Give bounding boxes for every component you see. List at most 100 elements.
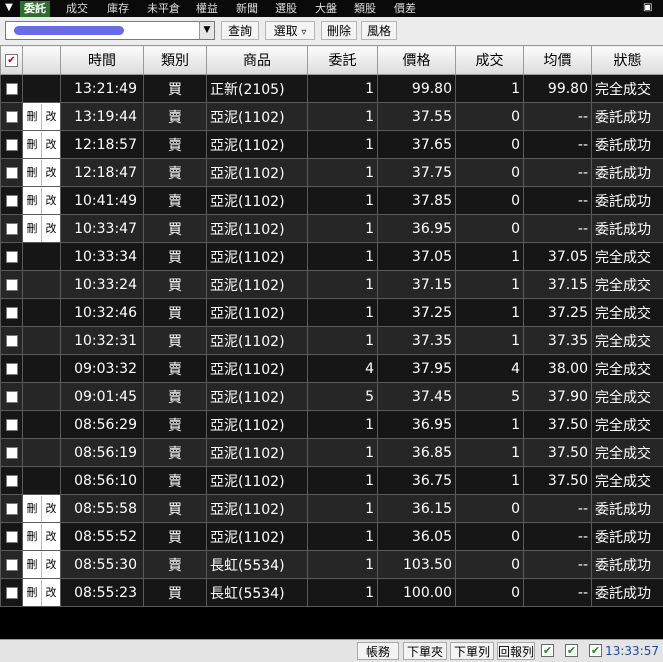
tab-5[interactable]: 新聞 <box>232 1 262 17</box>
delete-order-button[interactable]: 刪 <box>23 216 42 242</box>
tab-6[interactable]: 選股 <box>271 1 301 17</box>
account-button[interactable]: 帳務 <box>357 642 399 660</box>
table-row[interactable]: 10:33:24買亞泥(1102)137.15137.15完全成交 <box>1 271 663 299</box>
tab-4[interactable]: 權益 <box>192 1 222 17</box>
row-checkbox-cell[interactable] <box>1 299 23 327</box>
row-checkbox-cell[interactable] <box>1 103 23 131</box>
account-select[interactable]: ▼ <box>5 21 215 40</box>
table-row[interactable]: 08:56:29賣亞泥(1102)136.95137.50完全成交 <box>1 411 663 439</box>
header-type[interactable]: 類別 <box>144 46 207 75</box>
modify-order-button[interactable]: 改 <box>42 524 61 550</box>
modify-order-button[interactable]: 改 <box>42 132 61 158</box>
row-checkbox[interactable] <box>6 223 18 235</box>
row-checkbox[interactable] <box>6 139 18 151</box>
row-checkbox[interactable] <box>6 83 18 95</box>
row-checkbox[interactable] <box>6 447 18 459</box>
row-checkbox[interactable] <box>6 111 18 123</box>
query-button[interactable]: 查詢 <box>221 21 259 40</box>
option-checkbox-1[interactable]: ✔ <box>541 644 554 657</box>
tab-2[interactable]: 庫存 <box>103 1 133 17</box>
modify-order-button[interactable]: 改 <box>42 496 61 522</box>
tab-9[interactable]: 價差 <box>390 1 420 17</box>
table-row[interactable]: 08:56:19賣亞泥(1102)136.85137.50完全成交 <box>1 439 663 467</box>
table-row[interactable]: 09:01:45賣亞泥(1102)537.45537.90完全成交 <box>1 383 663 411</box>
option-checkbox-2[interactable]: ✔ <box>565 644 578 657</box>
tab-8[interactable]: 類股 <box>350 1 380 17</box>
row-checkbox[interactable] <box>6 531 18 543</box>
table-row[interactable]: 刪改13:19:44賣亞泥(1102)137.550--委託成功 <box>1 103 663 131</box>
row-checkbox-cell[interactable] <box>1 495 23 523</box>
row-checkbox[interactable] <box>6 167 18 179</box>
header-avg-price[interactable]: 均價 <box>524 46 592 75</box>
table-row[interactable]: 刪改08:55:58買亞泥(1102)136.150--委託成功 <box>1 495 663 523</box>
row-checkbox-cell[interactable] <box>1 75 23 103</box>
row-checkbox[interactable] <box>6 587 18 599</box>
row-checkbox-cell[interactable] <box>1 159 23 187</box>
header-status[interactable]: 狀態 <box>592 46 663 75</box>
row-checkbox-cell[interactable] <box>1 215 23 243</box>
report-bar-button[interactable]: 回報列 <box>497 642 535 660</box>
header-product[interactable]: 商品 <box>207 46 308 75</box>
modify-order-button[interactable]: 改 <box>42 188 61 214</box>
table-row[interactable]: 09:03:32賣亞泥(1102)437.95438.00完全成交 <box>1 355 663 383</box>
header-order-qty[interactable]: 委託 <box>308 46 378 75</box>
table-row[interactable]: 10:32:46買亞泥(1102)137.25137.25完全成交 <box>1 299 663 327</box>
tab-7[interactable]: 大盤 <box>311 1 341 17</box>
row-checkbox[interactable] <box>6 475 18 487</box>
table-row[interactable]: 08:56:10賣亞泥(1102)136.75137.50完全成交 <box>1 467 663 495</box>
table-row[interactable]: 刪改08:55:30賣長虹(5534)1103.500--委託成功 <box>1 551 663 579</box>
table-row[interactable]: 刪改08:55:52買亞泥(1102)136.050--委託成功 <box>1 523 663 551</box>
header-time[interactable]: 時間 <box>61 46 144 75</box>
row-checkbox-cell[interactable] <box>1 551 23 579</box>
row-checkbox[interactable] <box>6 503 18 515</box>
tab-3[interactable]: 未平倉 <box>143 1 184 17</box>
delete-order-button[interactable]: 刪 <box>23 496 42 522</box>
delete-order-button[interactable]: 刪 <box>23 188 42 214</box>
delete-order-button[interactable]: 刪 <box>23 524 42 550</box>
row-checkbox[interactable] <box>6 363 18 375</box>
row-checkbox-cell[interactable] <box>1 187 23 215</box>
order-folder-button[interactable]: 下單夾 <box>403 642 447 660</box>
table-row[interactable]: 10:33:34買亞泥(1102)137.05137.05完全成交 <box>1 243 663 271</box>
row-checkbox-cell[interactable] <box>1 243 23 271</box>
table-row[interactable]: 13:21:49買正新(2105)199.80199.80完全成交 <box>1 75 663 103</box>
row-checkbox-cell[interactable] <box>1 439 23 467</box>
modify-order-button[interactable]: 改 <box>42 580 61 606</box>
table-row[interactable]: 刪改08:55:23買長虹(5534)1100.000--委託成功 <box>1 579 663 607</box>
row-checkbox-cell[interactable] <box>1 523 23 551</box>
row-checkbox-cell[interactable] <box>1 467 23 495</box>
delete-order-button[interactable]: 刪 <box>23 580 42 606</box>
row-checkbox[interactable] <box>6 391 18 403</box>
delete-order-button[interactable]: 刪 <box>23 104 42 130</box>
row-checkbox-cell[interactable] <box>1 131 23 159</box>
delete-order-button[interactable]: 刪 <box>23 132 42 158</box>
style-button[interactable]: 風格 <box>361 21 397 40</box>
table-row[interactable]: 刪改10:41:49賣亞泥(1102)137.850--委託成功 <box>1 187 663 215</box>
row-checkbox-cell[interactable] <box>1 327 23 355</box>
row-checkbox-cell[interactable] <box>1 383 23 411</box>
order-bar-button[interactable]: 下單列 <box>450 642 494 660</box>
modify-order-button[interactable]: 改 <box>42 104 61 130</box>
row-checkbox[interactable] <box>6 279 18 291</box>
row-checkbox-cell[interactable] <box>1 579 23 607</box>
tab-menu-icon[interactable]: ▼ <box>2 1 16 15</box>
row-checkbox[interactable] <box>6 251 18 263</box>
delete-order-button[interactable]: 刪 <box>23 160 42 186</box>
row-checkbox[interactable] <box>6 559 18 571</box>
tab-0[interactable]: 委託 <box>20 1 50 17</box>
select-all-checkbox[interactable]: ✔ <box>1 46 23 75</box>
row-checkbox-cell[interactable] <box>1 271 23 299</box>
row-checkbox[interactable] <box>6 419 18 431</box>
tab-1[interactable]: 成交 <box>62 1 92 17</box>
header-price[interactable]: 價格 <box>378 46 456 75</box>
delete-button[interactable]: 刪除 <box>321 21 357 40</box>
chevron-down-icon[interactable]: ▼ <box>199 22 214 39</box>
window-menu-icon[interactable]: ▣ <box>643 2 657 14</box>
row-checkbox[interactable] <box>6 335 18 347</box>
modify-order-button[interactable]: 改 <box>42 160 61 186</box>
modify-order-button[interactable]: 改 <box>42 216 61 242</box>
option-checkbox-3[interactable]: ✔ <box>589 644 602 657</box>
row-checkbox-cell[interactable] <box>1 411 23 439</box>
table-row[interactable]: 刪改10:33:47買亞泥(1102)136.950--委託成功 <box>1 215 663 243</box>
row-checkbox[interactable] <box>6 307 18 319</box>
